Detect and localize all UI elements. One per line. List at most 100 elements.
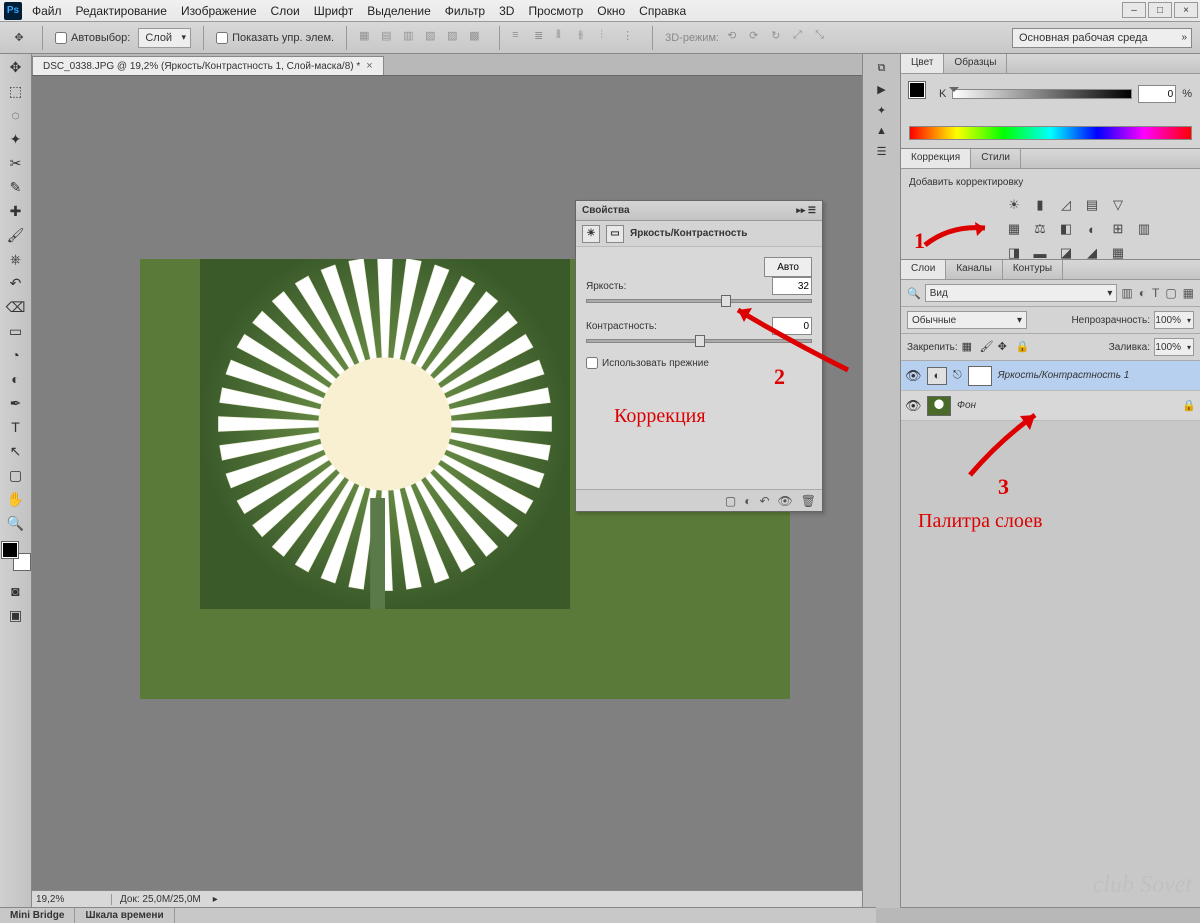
wand-tool[interactable]: ✦	[4, 128, 28, 150]
path-tool[interactable]: ↖	[4, 440, 28, 462]
menu-image[interactable]: Изображение	[181, 4, 257, 18]
adj-levels-icon[interactable]: ▮	[1031, 196, 1049, 214]
adj-vibrance-icon[interactable]: ▽	[1109, 196, 1127, 214]
dodge-tool[interactable]: ◐	[4, 368, 28, 390]
menu-layer[interactable]: Слои	[271, 4, 300, 18]
rect-tool[interactable]: ▢	[4, 464, 28, 486]
foreground-color-swatch[interactable]	[2, 542, 18, 558]
filter-shape-icon[interactable]: ▢	[1165, 286, 1176, 300]
visibility-icon[interactable]: 👁	[905, 398, 921, 414]
filter-adj-icon[interactable]: ◐	[1139, 286, 1146, 300]
zoom-tool[interactable]: 🔍	[4, 512, 28, 534]
type-tool[interactable]: T	[4, 416, 28, 438]
menu-3d[interactable]: 3D	[499, 4, 514, 18]
histogram-icon[interactable]: ▲	[876, 125, 887, 137]
adj-mixer-icon[interactable]: ⊞	[1109, 220, 1127, 238]
adj-curves-icon[interactable]: ◿	[1057, 196, 1075, 214]
adj-hue-icon[interactable]: ▦	[1005, 220, 1023, 238]
tab-swatches[interactable]: Образцы	[944, 54, 1007, 73]
brush-tool[interactable]: 🖌	[4, 224, 28, 246]
adj-selective-icon[interactable]: ▦	[1109, 244, 1127, 262]
mask-thumb[interactable]	[968, 366, 992, 386]
menu-edit[interactable]: Редактирование	[76, 4, 167, 18]
filter-image-icon[interactable]: ▥	[1121, 286, 1132, 300]
lock-paint-icon[interactable]: 🖌	[980, 340, 994, 354]
move-tool[interactable]: ✥	[4, 56, 28, 78]
contrast-slider[interactable]	[586, 339, 812, 343]
history-icon[interactable]: ⧉	[878, 62, 886, 75]
brightness-input[interactable]	[772, 277, 812, 295]
show-controls-checkbox[interactable]: Показать упр. элем.	[216, 32, 334, 44]
blend-mode-select[interactable]: Обычные	[907, 311, 1027, 329]
filter-type-icon[interactable]: T	[1152, 286, 1159, 300]
layer-name[interactable]: Яркость/Контрастность 1	[998, 370, 1130, 381]
adj-balance-icon[interactable]: ⚖	[1031, 220, 1049, 238]
layer-row-adjustment[interactable]: 👁 ◐ ⎋ Яркость/Контрастность 1	[901, 361, 1200, 391]
layer-name[interactable]: Фон	[957, 400, 976, 411]
tab-timeline[interactable]: Шкала времени	[75, 908, 174, 923]
menu-view[interactable]: Просмотр	[528, 4, 583, 18]
marquee-tool[interactable]: ⬚	[4, 80, 28, 102]
stamp-tool[interactable]: ⎈	[4, 248, 28, 270]
brightness-slider[interactable]	[586, 299, 812, 303]
tab-color[interactable]: Цвет	[901, 54, 944, 73]
tab-adjustments[interactable]: Коррекция	[901, 149, 971, 168]
lock-all-icon[interactable]: 🔒	[1016, 340, 1030, 354]
healing-tool[interactable]: ✚	[4, 200, 28, 222]
zoom-value[interactable]: 19,2%	[32, 894, 112, 905]
tab-mini-bridge[interactable]: Mini Bridge	[0, 908, 75, 923]
tab-paths[interactable]: Контуры	[1003, 260, 1063, 279]
menu-window[interactable]: Окно	[597, 4, 625, 18]
workspace-select[interactable]: Основная рабочая среда	[1012, 28, 1192, 48]
filter-smart-icon[interactable]: ▦	[1183, 286, 1194, 300]
pen-tool[interactable]: ✒	[4, 392, 28, 414]
lock-pixels-icon[interactable]: ▦	[962, 340, 976, 354]
spectrum-bar[interactable]	[909, 126, 1192, 140]
document-tab[interactable]: DSC_0338.JPG @ 19,2% (Яркость/Контрастно…	[32, 56, 384, 75]
visibility-icon[interactable]: 👁	[905, 368, 921, 384]
autoselect-mode-select[interactable]: Слой	[138, 28, 191, 48]
autoselect-checkbox[interactable]: Автовыбор:	[55, 32, 130, 44]
contrast-input[interactable]	[772, 317, 812, 335]
blur-tool[interactable]: ◔	[4, 344, 28, 366]
clip-icon[interactable]: ◐	[744, 494, 751, 508]
nav-icon[interactable]: ✦	[877, 104, 886, 117]
menu-select[interactable]: Выделение	[367, 4, 431, 18]
adj-brightness-icon[interactable]: ☀	[1005, 196, 1023, 214]
window-close-button[interactable]: ×	[1174, 2, 1198, 18]
k-value-input[interactable]	[1138, 85, 1176, 103]
window-maximize-button[interactable]: □	[1148, 2, 1172, 18]
adj-threshold-icon[interactable]: ◪	[1057, 244, 1075, 262]
toggle-icon[interactable]: 👁	[778, 494, 793, 508]
close-tab-icon[interactable]: ×	[366, 60, 372, 72]
tab-layers[interactable]: Слои	[901, 260, 946, 279]
layer-row-background[interactable]: 👁 Фон 🔒	[901, 391, 1200, 421]
menu-filter[interactable]: Фильтр	[445, 4, 485, 18]
eyedropper-tool[interactable]: ✎	[4, 176, 28, 198]
k-slider[interactable]	[952, 89, 1132, 99]
delete-icon[interactable]: 🗑	[801, 494, 816, 508]
info-icon[interactable]: ☰	[877, 145, 887, 158]
quickmask-toggle[interactable]: ◙	[4, 580, 28, 602]
fill-value[interactable]: 100%	[1154, 338, 1194, 356]
lock-move-icon[interactable]: ✥	[998, 340, 1012, 354]
menu-help[interactable]: Справка	[639, 4, 686, 18]
layer-thumb[interactable]	[927, 396, 951, 416]
screenmode-toggle[interactable]: ▣	[4, 604, 28, 626]
tab-channels[interactable]: Каналы	[946, 260, 1003, 279]
lasso-tool[interactable]: ◌	[4, 104, 28, 126]
window-minimize-button[interactable]: –	[1122, 2, 1146, 18]
adj-invert-icon[interactable]: ◨	[1005, 244, 1023, 262]
layer-filter-select[interactable]: Вид	[925, 284, 1118, 302]
menu-file[interactable]: Файл	[32, 4, 62, 18]
tab-styles[interactable]: Стили	[971, 149, 1021, 168]
gradient-tool[interactable]: ▭	[4, 320, 28, 342]
adj-exposure-icon[interactable]: ▤	[1083, 196, 1101, 214]
color-swatches[interactable]	[2, 542, 30, 570]
adj-posterize-icon[interactable]: ▬	[1031, 244, 1049, 262]
history-brush-tool[interactable]: ↶	[4, 272, 28, 294]
mask-icon[interactable]: ▭	[606, 225, 624, 243]
eraser-tool[interactable]: ⌫	[4, 296, 28, 318]
auto-button[interactable]: Авто	[764, 257, 812, 277]
crop-tool[interactable]: ✂	[4, 152, 28, 174]
